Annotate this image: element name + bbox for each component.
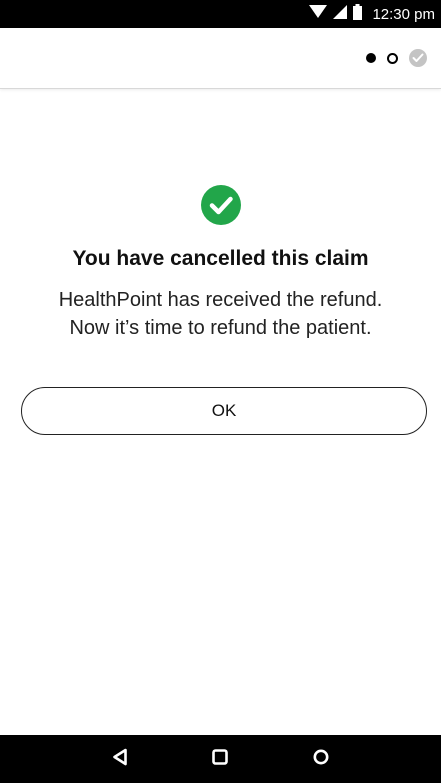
ok-button[interactable]: OK — [21, 387, 427, 435]
confirmation-content: You have cancelled this claim HealthPoin… — [0, 185, 441, 342]
step-upcoming-dot — [387, 52, 398, 64]
step-complete-check-icon — [409, 49, 427, 67]
step-indicator — [366, 49, 427, 67]
check-circle-icon — [200, 185, 241, 225]
back-button[interactable] — [100, 739, 140, 779]
recents-button[interactable] — [301, 739, 341, 779]
confirmation-message: HealthPoint has received the refund. Now… — [0, 286, 441, 342]
step-current-dot — [366, 53, 376, 63]
status-bar: 12:30 pm — [0, 0, 441, 28]
message-line-2: Now it’s time to refund the patient. — [69, 317, 372, 339]
status-time: 12:30 pm — [372, 5, 435, 23]
signal-icon — [333, 4, 348, 24]
recents-icon — [313, 749, 329, 770]
battery-icon — [353, 3, 363, 25]
header — [0, 28, 441, 89]
page-title: You have cancelled this claim — [72, 247, 369, 270]
status-icons: 12:30 pm — [309, 0, 435, 28]
wifi-icon — [309, 4, 328, 24]
home-button[interactable] — [200, 739, 240, 779]
message-line-1: HealthPoint has received the refund. — [58, 289, 383, 311]
back-icon — [112, 748, 128, 771]
home-icon — [212, 748, 229, 770]
navigation-bar — [0, 735, 441, 783]
